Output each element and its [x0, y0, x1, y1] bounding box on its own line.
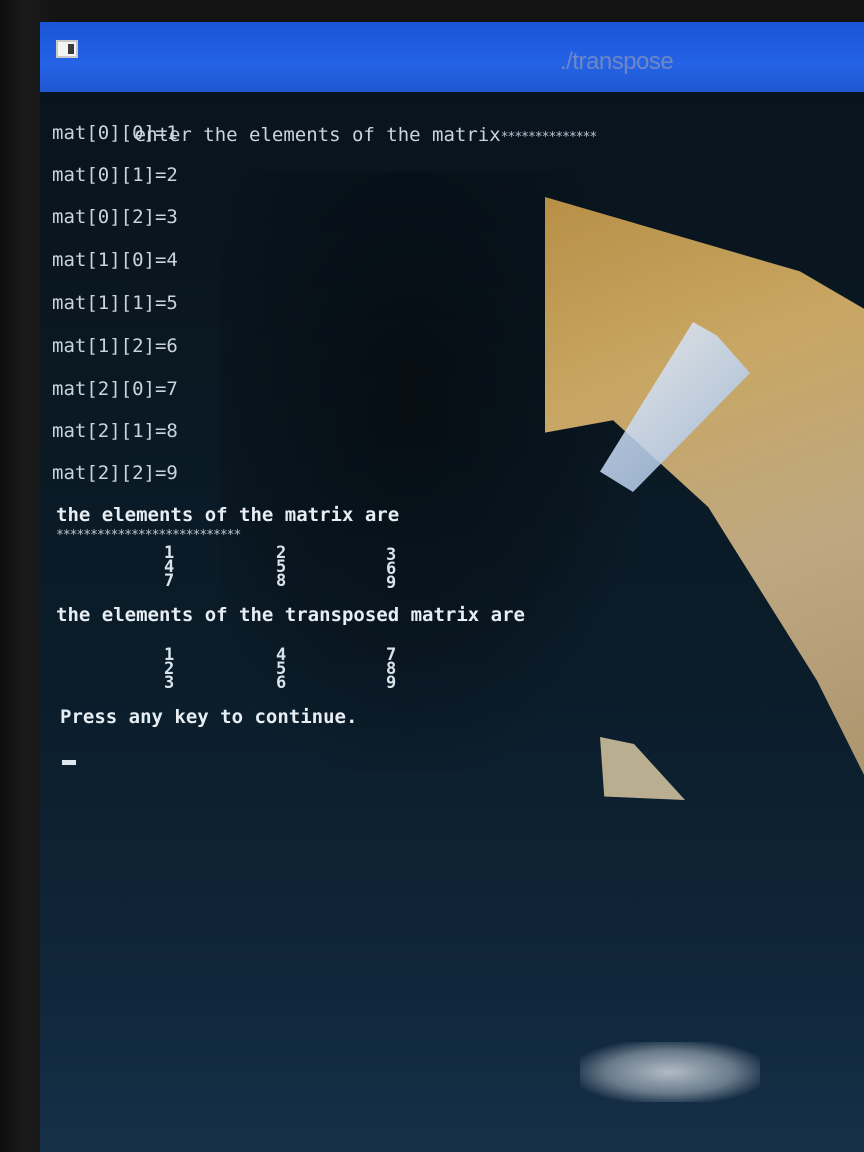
input-line: mat[0][0]=1 — [52, 122, 178, 144]
matrix-cell: 7 — [164, 571, 175, 591]
transposed-cell: 3 — [164, 673, 175, 693]
matrix-stars: *************************** — [56, 528, 241, 543]
input-line: mat[2][1]=8 — [52, 420, 178, 442]
input-line: mat[1][2]=6 — [52, 335, 178, 357]
continue-prompt: Press any key to continue. — [60, 706, 358, 728]
prompt-text: enter the elements of the matrix — [134, 124, 501, 146]
input-line: mat[2][0]=7 — [52, 378, 178, 400]
prompt-stars: ************** — [500, 130, 598, 145]
console-window: ./transpose enter the elements of the ma… — [40, 22, 864, 1152]
input-line: mat[0][1]=2 — [52, 164, 178, 186]
input-line: mat[0][2]=3 — [52, 206, 178, 228]
input-line: mat[1][0]=4 — [52, 249, 178, 271]
console-output[interactable]: enter the elements of the matrix********… — [40, 92, 864, 1152]
title-bar: ./transpose — [40, 22, 864, 92]
input-line: mat[2][2]=9 — [52, 462, 178, 484]
text-cursor — [62, 760, 76, 765]
window-title: ./transpose — [560, 48, 674, 75]
matrix-heading: the elements of the matrix are — [56, 504, 400, 526]
transposed-cell: 6 — [276, 673, 287, 693]
console-window-icon — [56, 40, 78, 58]
matrix-cell: 9 — [386, 573, 397, 593]
transposed-heading: the elements of the transposed matrix ar… — [56, 604, 525, 626]
transposed-cell: 9 — [386, 673, 397, 693]
input-line: mat[1][1]=5 — [52, 292, 178, 314]
matrix-cell: 8 — [276, 571, 287, 591]
